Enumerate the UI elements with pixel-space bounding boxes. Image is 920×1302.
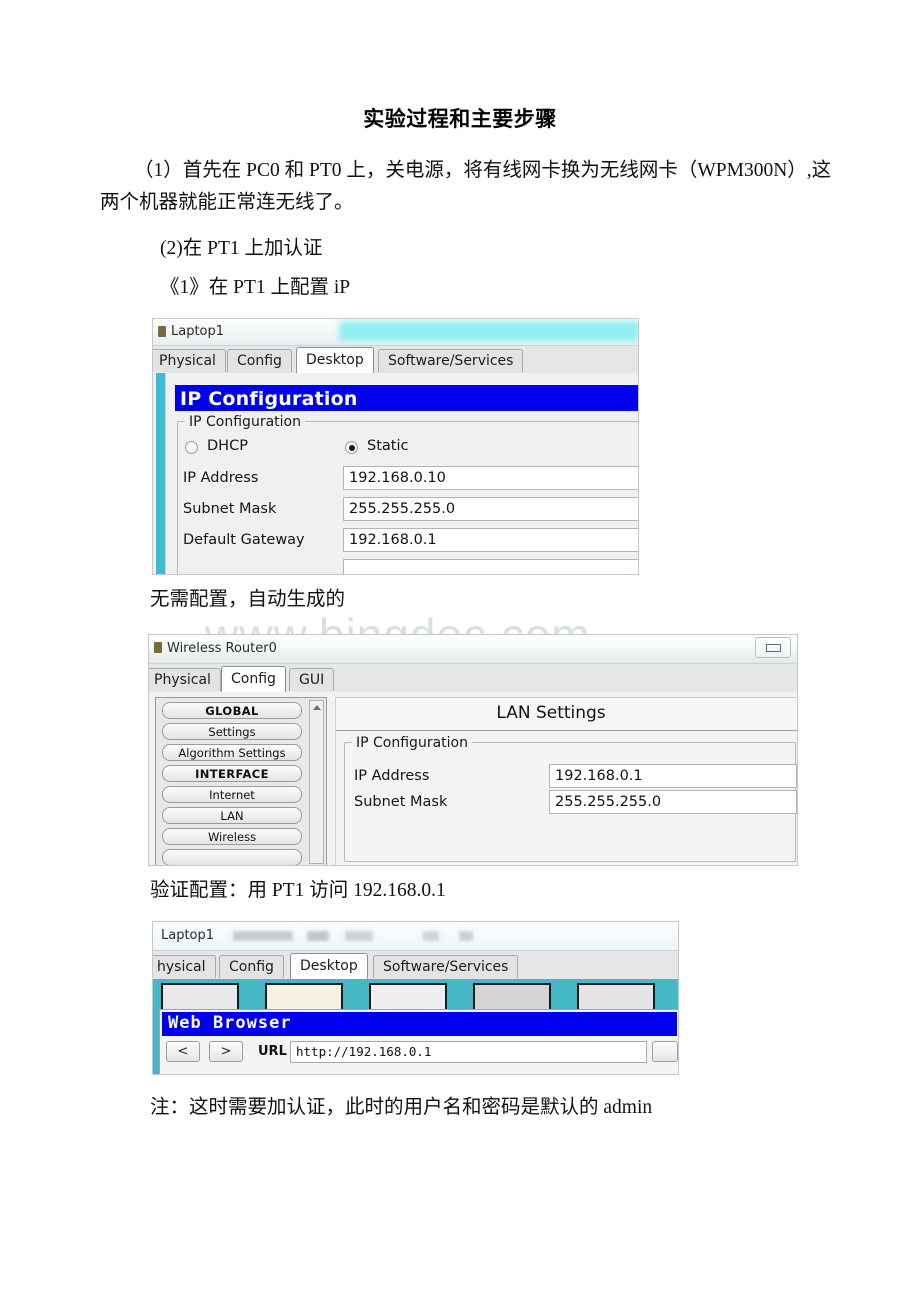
input-ip-address[interactable]: 192.168.0.10: [343, 466, 638, 490]
title-redaction-smudge: [339, 321, 638, 341]
go-button[interactable]: [652, 1041, 678, 1062]
lan-settings-header: LAN Settings: [336, 698, 797, 731]
router-content: GLOBAL Settings Algorithm Settings INTER…: [149, 692, 797, 865]
minimize-button[interactable]: [755, 637, 791, 658]
title-redaction-smudge: [233, 931, 563, 941]
router-titlebar: Wireless Router0: [149, 635, 797, 664]
rail-item-algorithm-settings[interactable]: Algorithm Settings: [162, 744, 302, 761]
paragraph-note-admin: 注：这时需要加认证，此时的用户名和密码是默认的 admin: [150, 1097, 653, 1118]
radio-static-label: Static: [367, 438, 409, 454]
tab-software-services[interactable]: Software/Services: [373, 955, 519, 978]
lan-settings-title: LAN Settings: [496, 703, 606, 723]
url-label: URL: [258, 1044, 287, 1059]
tab-config[interactable]: Config: [219, 955, 284, 978]
radio-static[interactable]: [345, 441, 358, 454]
input-router-ip-address[interactable]: 192.168.0.1: [549, 764, 797, 788]
paragraph-verify-config: 验证配置：用 PT1 访问 192.168.0.1: [150, 880, 446, 901]
radio-dhcp[interactable]: [185, 441, 198, 454]
label-router-subnet-mask: Subnet Mask: [354, 794, 448, 810]
rail-item-interface[interactable]: INTERFACE: [162, 765, 302, 782]
document-page: 实验过程和主要步骤 （1）首先在 PC0 和 PT0 上，关电源，将有线网卡换为…: [0, 0, 920, 1302]
tab-desktop[interactable]: Desktop: [296, 347, 374, 373]
laptop-ip-content: IP Configuration IP Configuration DHCP S…: [153, 373, 638, 574]
web-browser-title-bar: Web Browser: [162, 1012, 677, 1036]
label-default-gateway: Default Gateway: [183, 532, 305, 548]
label-ip-address: IP Address: [183, 470, 259, 486]
paragraph-auto-generated: 无需配置，自动生成的: [150, 589, 346, 610]
browser-tabbar: hysical Config Desktop Software/Services: [153, 951, 678, 980]
browser-content: Web Browser < > URL http://192.168.0.1: [153, 979, 678, 1074]
rail-item-global[interactable]: GLOBAL: [162, 702, 302, 719]
laptop-ip-tabbar: Physical Config Desktop Software/Service…: [153, 346, 638, 374]
input-dns-server-partial[interactable]: [343, 559, 638, 574]
back-button[interactable]: <: [166, 1041, 200, 1062]
tab-config[interactable]: Config: [221, 666, 286, 692]
browser-titlebar: Laptop1: [153, 922, 678, 951]
ip-configuration-title-bar: IP Configuration: [175, 385, 638, 411]
label-router-ip-address: IP Address: [354, 768, 430, 784]
router-tabbar: Physical Config GUI: [149, 664, 797, 693]
ip-configuration-title: IP Configuration: [180, 388, 358, 410]
web-browser-title: Web Browser: [168, 1013, 292, 1033]
tab-desktop[interactable]: Desktop: [290, 953, 368, 979]
radio-dhcp-label: DHCP: [207, 438, 248, 454]
url-input[interactable]: http://192.168.0.1: [290, 1041, 647, 1063]
browser-window-title: Laptop1: [161, 928, 215, 943]
window-icon: [154, 642, 162, 653]
rail-item-settings[interactable]: Settings: [162, 723, 302, 740]
rail-item-internet[interactable]: Internet: [162, 786, 302, 803]
page-title: 实验过程和主要步骤: [363, 107, 557, 131]
laptop-ip-window-title: Laptop1: [171, 324, 225, 339]
screenshot-laptop-ip-configuration: Laptop1 Physical Config Desktop Software…: [152, 318, 639, 575]
screenshot-laptop-web-browser: Laptop1 hysical Config Desktop Software/…: [152, 921, 679, 1075]
paragraph-step-2: (2)在 PT1 上加认证: [160, 238, 323, 259]
paragraph-step-1: （1）首先在 PC0 和 PT0 上，关电源，将有线网卡换为无线网卡（WPM30…: [100, 160, 832, 213]
router-ip-configuration-group-label: IP Configuration: [352, 735, 472, 751]
rail-scrollbar[interactable]: [309, 700, 324, 864]
router-navigation-rail: GLOBAL Settings Algorithm Settings INTER…: [155, 697, 327, 865]
tab-config[interactable]: Config: [227, 349, 292, 372]
paragraph-step-2-1: 《1》在 PT1 上配置 iP: [160, 277, 351, 298]
router-lan-settings-panel: LAN Settings IP Configuration IP Address…: [335, 697, 797, 865]
rail-item-wireless[interactable]: Wireless: [162, 828, 302, 845]
tab-physical[interactable]: Physical: [149, 668, 221, 691]
tab-gui[interactable]: GUI: [289, 668, 335, 691]
forward-button[interactable]: >: [209, 1041, 243, 1062]
input-router-subnet-mask[interactable]: 255.255.255.0: [549, 790, 797, 814]
rail-item-lan[interactable]: LAN: [162, 807, 302, 824]
rail-item-partial[interactable]: [162, 849, 302, 865]
window-icon: [158, 326, 166, 337]
ip-configuration-group-label: IP Configuration: [185, 414, 305, 430]
desktop-accent-strip: [156, 373, 165, 574]
tab-physical[interactable]: hysical: [153, 955, 216, 978]
tab-software-services[interactable]: Software/Services: [378, 349, 524, 372]
tab-physical[interactable]: Physical: [153, 349, 226, 372]
screenshot-wireless-router-config: Wireless Router0 Physical Config GUI GLO…: [148, 634, 798, 866]
input-subnet-mask[interactable]: 255.255.255.0: [343, 497, 638, 521]
scroll-up-arrow[interactable]: [313, 705, 321, 710]
label-subnet-mask: Subnet Mask: [183, 501, 277, 517]
laptop-ip-titlebar: Laptop1: [153, 319, 638, 346]
web-browser-window: Web Browser < > URL http://192.168.0.1: [159, 1009, 678, 1074]
input-default-gateway[interactable]: 192.168.0.1: [343, 528, 638, 552]
router-window-title: Wireless Router0: [167, 641, 277, 656]
